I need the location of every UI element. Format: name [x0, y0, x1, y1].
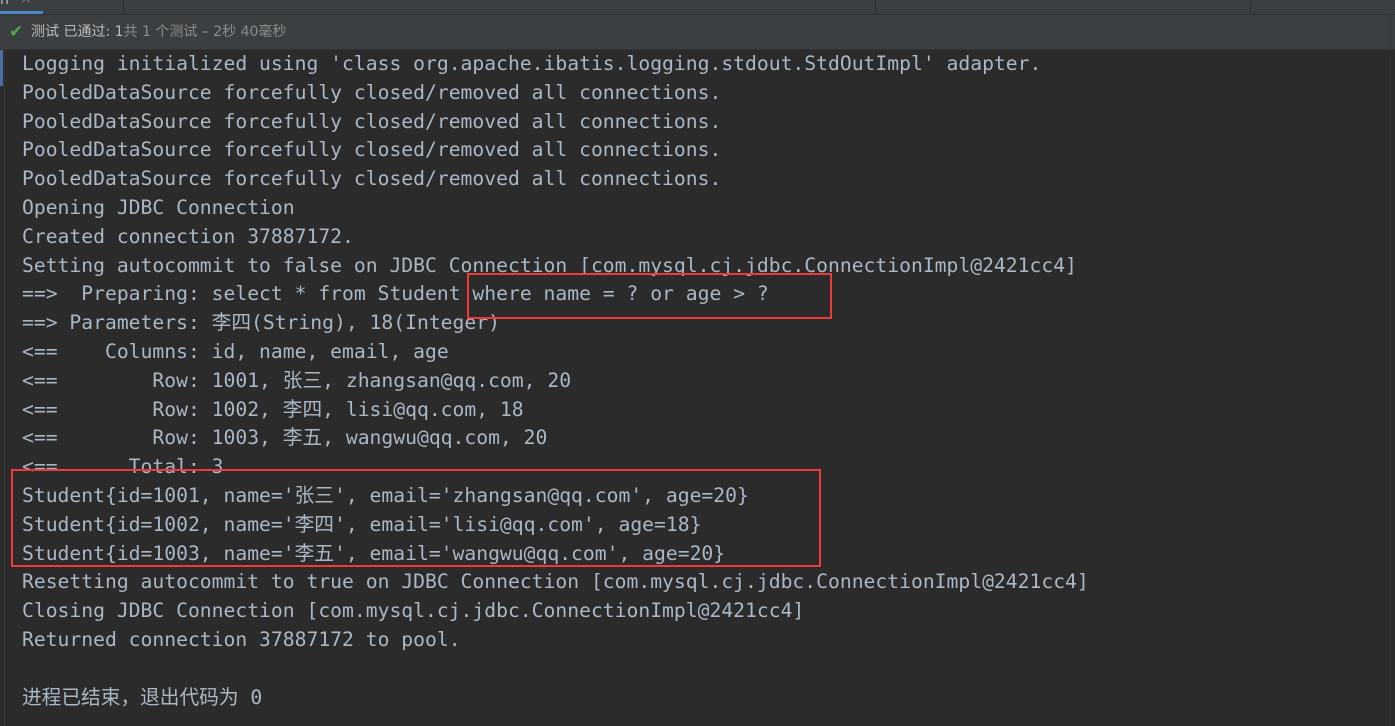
active-tab-indicator	[0, 11, 43, 14]
console-line: 进程已结束，退出代码为 0	[22, 685, 263, 709]
console-line: PooledDataSource forcefully closed/remov…	[22, 109, 722, 133]
tests-passed-label: 测试 已通过: 1	[31, 24, 124, 40]
run-tab[interactable]: n ×	[0, 0, 43, 14]
highlight-box-student-results	[11, 469, 821, 567]
tab-divider	[1250, 0, 1251, 14]
tool-window-tabbar: n ×	[0, 0, 1395, 15]
console-line: Resetting autocommit to true on JDBC Con…	[22, 570, 1089, 594]
console-line: Returned connection 37887172 to pool.	[22, 627, 461, 651]
console-line: Opening JDBC Connection	[22, 195, 295, 219]
console-line: PooledDataSource forcefully closed/remov…	[22, 138, 722, 162]
console-line: PooledDataSource forcefully closed/remov…	[22, 80, 722, 104]
console-line: <== Row: 1001, 张三, zhangsan@qq.com, 20	[22, 368, 572, 392]
console-line: <== Row: 1002, 李四, lisi@qq.com, 18	[22, 397, 524, 421]
check-icon: ✔	[9, 22, 24, 42]
tab-divider	[123, 0, 124, 14]
console-line: PooledDataSource forcefully closed/remov…	[22, 167, 722, 191]
console-line: <== Row: 1003, 李五, wangwu@qq.com, 20	[22, 426, 548, 450]
highlight-box-where-clause	[467, 273, 832, 319]
tab-divider	[875, 0, 876, 14]
gutter-marker	[0, 50, 3, 86]
console-line: Created connection 37887172.	[22, 224, 354, 248]
close-icon[interactable]: ×	[20, 0, 32, 7]
run-tab-label: n	[0, 0, 9, 8]
test-status-text: 测试 已通过: 1共 1 个测试 – 2秒 40毫秒	[31, 15, 286, 49]
console-line: <== Columns: id, name, email, age	[22, 339, 449, 363]
gutter-divider	[4, 50, 5, 726]
test-status-bar: ✔ 测试 已通过: 1共 1 个测试 – 2秒 40毫秒	[0, 15, 1395, 50]
console-line: Closing JDBC Connection [com.mysql.cj.jd…	[22, 599, 805, 623]
tests-summary: 共 1 个测试 – 2秒 40毫秒	[123, 24, 287, 40]
console-line: Logging initialized using 'class org.apa…	[22, 52, 1042, 75]
right-border	[1390, 15, 1391, 726]
console-gutter	[0, 50, 3, 726]
console-output[interactable]: Logging initialized using 'class org.apa…	[22, 50, 1089, 712]
